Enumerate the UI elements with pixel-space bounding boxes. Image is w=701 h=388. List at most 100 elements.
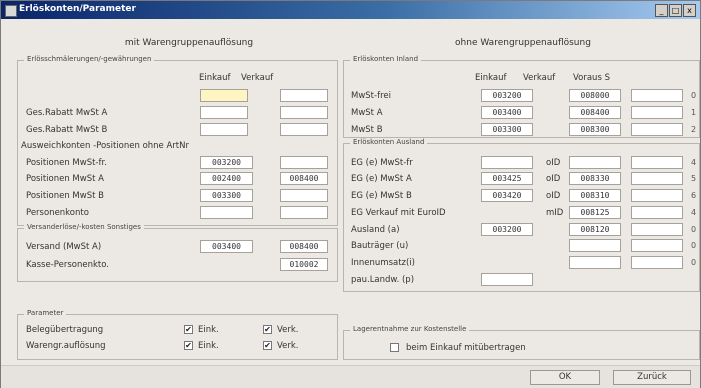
bautraeger-verkauf-field[interactable] <box>569 239 621 252</box>
eg-mwst-fr-verkauf-field[interactable] <box>569 156 621 169</box>
close-button[interactable]: x <box>683 4 696 17</box>
pau-landw-einkauf-field[interactable] <box>481 273 533 286</box>
beleg-einkauf-checkbox[interactable]: ✔ <box>184 325 193 334</box>
row-label: EG (e) MwSt A <box>351 174 412 184</box>
row-index: 4 <box>691 208 697 217</box>
row-label: Ges.Rabatt MwSt A <box>26 108 108 118</box>
row-label: Bauträger (u) <box>351 241 409 251</box>
row-index: 4 <box>691 158 697 167</box>
app-icon <box>5 5 17 17</box>
col-header-verkauf: Verkauf <box>523 73 556 83</box>
group-title: Parameter <box>24 309 67 317</box>
kasse-personenkto-verkauf-field[interactable]: 010002 <box>280 258 328 271</box>
eg-euroid-voraus-field[interactable] <box>631 206 683 219</box>
eg-mwst-b-voraus-field[interactable] <box>631 189 683 202</box>
pos-mwst-frei-einkauf-field[interactable]: 003200 <box>200 156 253 169</box>
pos-mwst-a-verkauf-field[interactable]: 008400 <box>280 172 328 185</box>
ausland-verkauf-field[interactable]: 008120 <box>569 223 621 236</box>
window-controls: _ □ x <box>655 4 696 17</box>
innenumsatz-verkauf-field[interactable] <box>569 256 621 269</box>
right-column-heading: ohne Warengruppenauflösung <box>455 38 591 48</box>
mwst-frei-voraus-field[interactable] <box>631 89 683 102</box>
rabatt-a-einkauf-field[interactable] <box>200 106 248 119</box>
pos-mwst-a-einkauf-field[interactable]: 002400 <box>200 172 253 185</box>
ok-button[interactable]: OK <box>530 370 600 385</box>
eg-mwst-b-einkauf-field[interactable]: 003420 <box>481 189 533 202</box>
mwst-b-verkauf-field[interactable]: 008300 <box>569 123 621 136</box>
rabatt-b-verkauf-field[interactable] <box>280 123 328 136</box>
row-label: Ausland (a) <box>351 225 400 235</box>
row-label: Warengr.auflösung <box>26 341 106 351</box>
mwst-frei-verkauf-field[interactable]: 008000 <box>569 89 621 102</box>
row-label: Ges.Rabatt MwSt B <box>26 125 108 135</box>
row-index: 6 <box>691 191 697 200</box>
personenkonto-verkauf-field[interactable] <box>280 206 328 219</box>
uid-marker: oID <box>546 191 561 201</box>
bautraeger-voraus-field[interactable] <box>631 239 683 252</box>
rabatt-b-einkauf-field[interactable] <box>200 123 248 136</box>
eg-mwst-b-verkauf-field[interactable]: 008310 <box>569 189 621 202</box>
row-index: 0 <box>691 258 697 267</box>
window-title: Erlöskonten/Parameter <box>19 4 136 14</box>
group-title: Erlöskonten Ausland <box>350 138 428 146</box>
back-button[interactable]: Zurück <box>613 370 691 385</box>
row-label: Personenkonto <box>26 208 89 218</box>
col-header-einkauf: Einkauf <box>475 73 507 83</box>
row-index: 0 <box>691 241 697 250</box>
ausweichkonten-heading: Ausweichkonten -Positionen ohne ArtNr <box>21 141 189 151</box>
beleg-verkauf-checkbox[interactable]: ✔ <box>263 325 272 334</box>
row-label: Positionen MwSt B <box>26 191 104 201</box>
row-label: EG (e) MwSt B <box>351 191 412 201</box>
left-column-heading: mit Warengruppenauflösung <box>124 38 254 48</box>
innenumsatz-voraus-field[interactable] <box>631 256 683 269</box>
personenkonto-einkauf-field[interactable] <box>200 206 253 219</box>
rabatt-a-verkauf-field[interactable] <box>280 106 328 119</box>
mwst-b-einkauf-field[interactable]: 003300 <box>481 123 533 136</box>
mwst-frei-einkauf-field[interactable]: 003200 <box>481 89 533 102</box>
versand-einkauf-field[interactable]: 003400 <box>200 240 253 253</box>
versand-verkauf-field[interactable]: 008400 <box>280 240 328 253</box>
mwst-a-verkauf-field[interactable]: 008400 <box>569 106 621 119</box>
group-title: Versanderlöse/-kosten Sonstiges <box>24 223 144 231</box>
uid-marker: oID <box>546 174 561 184</box>
group-title: Erlösschmälerungen/-gewährungen <box>24 55 155 63</box>
mwst-a-einkauf-field[interactable]: 003400 <box>481 106 533 119</box>
row-label: Positionen MwSt-fr. <box>26 158 107 168</box>
col-header-einkauf: Einkauf <box>199 73 231 83</box>
dialog-window: Erlöskonten/Parameter _ □ x mit Warengru… <box>0 0 701 388</box>
col-header-verkauf: Verkauf <box>241 73 274 83</box>
pos-mwst-frei-verkauf-field[interactable] <box>280 156 328 169</box>
eg-mwst-a-voraus-field[interactable] <box>631 172 683 185</box>
checkbox-label: Verk. <box>277 341 299 351</box>
erloes-verkauf-field[interactable] <box>280 89 328 102</box>
row-label: Belegübertragung <box>26 325 104 335</box>
group-parameter: Parameter <box>17 309 338 360</box>
row-index: 0 <box>691 91 697 100</box>
warengr-verkauf-checkbox[interactable]: ✔ <box>263 341 272 350</box>
row-label: Innenumsatz(i) <box>351 258 415 268</box>
eg-mwst-a-verkauf-field[interactable]: 008330 <box>569 172 621 185</box>
checkbox-label: Eink. <box>198 341 219 351</box>
minimize-button[interactable]: _ <box>655 4 668 17</box>
mwst-a-voraus-field[interactable] <box>631 106 683 119</box>
ausland-voraus-field[interactable] <box>631 223 683 236</box>
row-label: EG (e) MwSt-fr <box>351 158 413 168</box>
title-bar: Erlöskonten/Parameter _ □ x <box>1 1 700 19</box>
lager-mituebertragen-checkbox[interactable] <box>390 343 399 352</box>
maximize-button[interactable]: □ <box>669 4 682 17</box>
warengr-einkauf-checkbox[interactable]: ✔ <box>184 341 193 350</box>
group-title: Erlöskonten Inland <box>350 55 422 63</box>
mwst-b-voraus-field[interactable] <box>631 123 683 136</box>
row-label: Positionen MwSt A <box>26 174 104 184</box>
eg-mwst-fr-einkauf-field[interactable] <box>481 156 533 169</box>
row-label: Kasse-Personenkto. <box>26 260 109 270</box>
ausland-einkauf-field[interactable]: 003200 <box>481 223 533 236</box>
eg-mwst-a-einkauf-field[interactable]: 003425 <box>481 172 533 185</box>
row-label: MwSt B <box>351 125 383 135</box>
uid-marker: mID <box>546 208 564 218</box>
pos-mwst-b-einkauf-field[interactable]: 003300 <box>200 189 253 202</box>
erloes-einkauf-field[interactable] <box>200 89 248 102</box>
pos-mwst-b-verkauf-field[interactable] <box>280 189 328 202</box>
eg-mwst-fr-voraus-field[interactable] <box>631 156 683 169</box>
eg-euroid-verkauf-field[interactable]: 008125 <box>569 206 621 219</box>
